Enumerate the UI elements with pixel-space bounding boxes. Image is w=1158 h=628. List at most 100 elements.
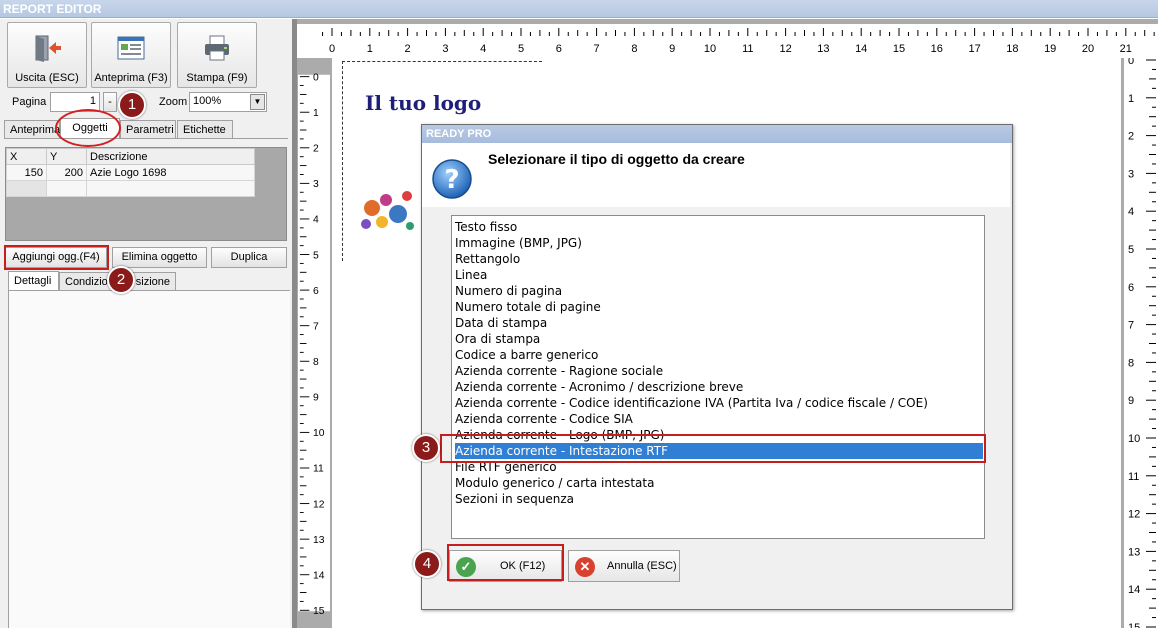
list-item[interactable]: Rettangolo: [455, 251, 983, 267]
ruler-label: 8: [1128, 357, 1134, 369]
ruler-label: 14: [1128, 584, 1140, 596]
list-item[interactable]: Linea: [455, 267, 983, 283]
ruler-label: 4: [1128, 206, 1134, 218]
callout-rect-add: [4, 245, 109, 270]
zoom-select[interactable]: 100% ▼: [189, 92, 267, 112]
ruler-label: 10: [704, 43, 716, 55]
zoom-value: 100%: [193, 95, 222, 107]
right-ruler: 0123456789101112131415: [1124, 58, 1158, 628]
list-item[interactable]: Codice a barre generico: [455, 347, 983, 363]
column-x[interactable]: X: [6, 148, 47, 165]
ruler-label: 3: [1128, 168, 1134, 180]
tab-etichette[interactable]: Etichette: [177, 120, 233, 139]
detail-content: [8, 290, 290, 628]
ruler-label: 0: [313, 72, 319, 83]
ruler-label: 9: [313, 393, 319, 404]
ruler-label: 2: [313, 144, 319, 155]
left-ruler: 0123456789101112131415: [298, 72, 330, 617]
cell-y: 200: [46, 164, 87, 181]
dialog-message: Selezionare il tipo di oggetto da creare: [488, 151, 745, 167]
report-editor-window: REPORT EDITOR Uscita (ESC) Anteprima (F3…: [0, 0, 1158, 628]
tabs-baseline: [4, 138, 288, 139]
chevron-down-icon[interactable]: ▼: [250, 94, 265, 110]
callout-circle-oggetti: [55, 109, 121, 147]
ruler-label: 11: [313, 464, 324, 475]
ruler-label: 12: [779, 43, 791, 55]
table-row-empty[interactable]: [6, 180, 255, 197]
ruler-label: 0: [329, 43, 335, 55]
ruler-label: 6: [556, 43, 562, 55]
ruler-label: 2: [405, 43, 411, 55]
window-title: REPORT EDITOR: [3, 2, 102, 16]
ruler-label: 7: [313, 321, 319, 332]
list-item[interactable]: Modulo generico / carta intestata: [455, 475, 983, 491]
ruler-label: 4: [480, 43, 486, 55]
ruler-label: 6: [313, 286, 319, 297]
list-item[interactable]: Sezioni in sequenza: [455, 491, 983, 507]
duplicate-button[interactable]: Duplica: [211, 247, 287, 268]
page-label: Pagina: [12, 96, 47, 108]
ruler-label: 7: [1128, 320, 1134, 332]
print-button[interactable]: Stampa (F9): [177, 22, 257, 88]
ruler-label: 15: [1128, 622, 1140, 628]
ruler-label: 13: [1128, 546, 1140, 558]
preview-label: Anteprima (F3): [94, 72, 168, 84]
list-item[interactable]: Azienda corrente - Codice SIA: [455, 411, 983, 427]
callout-badge-3: 3: [412, 434, 440, 462]
tab-anteprima[interactable]: Anteprima: [4, 120, 60, 139]
cancel-button[interactable]: ✕ Annulla (ESC): [568, 550, 680, 582]
tab-dettagli[interactable]: Dettagli: [8, 271, 59, 290]
callout-badge-4: 4: [413, 550, 441, 578]
ruler-label: 5: [1128, 244, 1134, 256]
column-y[interactable]: Y: [46, 148, 87, 165]
object-type-list[interactable]: Testo fisso Immagine (BMP, JPG) Rettangolo…: [451, 215, 985, 539]
exit-door-icon: [35, 35, 61, 62]
printer-icon: [205, 35, 229, 61]
svg-text:?: ?: [444, 165, 459, 195]
list-item[interactable]: Azienda corrente - Ragione sociale: [455, 363, 983, 379]
ruler-label: 19: [1044, 43, 1056, 55]
ruler-label: 2: [1128, 131, 1134, 143]
tab-parametri[interactable]: Parametri: [120, 120, 176, 139]
select-object-dialog: READY PRO ? Selezionare il tipo di ogget…: [421, 124, 1013, 610]
page-previous-button[interactable]: -: [103, 92, 117, 112]
logo-artwork-image: [361, 191, 414, 230]
cell-descrizione: Azie Logo 1698: [86, 164, 255, 181]
dialog-header: ? Selezionare il tipo di oggetto da crea…: [422, 143, 1010, 207]
preview-button[interactable]: Anteprima (F3): [91, 22, 171, 88]
list-item[interactable]: Ora di stampa: [455, 331, 983, 347]
callout-rect-selected-item: [440, 434, 986, 463]
cancel-label: Annulla (ESC): [607, 560, 677, 572]
objects-table: X Y Descrizione 150 200 Azie Logo 1698: [5, 147, 287, 241]
ruler-label: 1: [1128, 93, 1134, 105]
ruler-label: 3: [442, 43, 448, 55]
left-panel: Uscita (ESC) Anteprima (F3) Stampa (F9): [0, 19, 292, 628]
ruler-label: 7: [594, 43, 600, 55]
list-item[interactable]: Azienda corrente - Acronimo / descrizion…: [455, 379, 983, 395]
list-item[interactable]: Numero di pagina: [455, 283, 983, 299]
list-item[interactable]: Azienda corrente - Codice identificazion…: [455, 395, 983, 411]
ruler-label: 9: [669, 43, 675, 55]
exit-label: Uscita (ESC): [15, 72, 79, 84]
ruler-label: 9: [1128, 395, 1134, 407]
preview-window-icon: [117, 36, 145, 60]
column-descrizione[interactable]: Descrizione: [86, 148, 255, 165]
pager-row: Pagina 1 - Zoom 100% ▼: [0, 92, 292, 114]
close-icon: ✕: [575, 557, 595, 577]
cell-x: 150: [6, 164, 47, 181]
exit-button[interactable]: Uscita (ESC): [7, 22, 87, 88]
ruler-label: 14: [855, 43, 867, 55]
dialog-title: READY PRO: [426, 128, 492, 140]
list-item[interactable]: Data di stampa: [455, 315, 983, 331]
ruler-label: 1: [367, 43, 373, 55]
top-ruler: 0 1 2 3 4 5 6 7 8 9 10 11 12 13 14 15 16 17 18 19 20 21: [297, 24, 1158, 58]
list-item[interactable]: Testo fisso: [455, 219, 983, 235]
table-row[interactable]: 150 200 Azie Logo 1698: [6, 164, 255, 181]
ruler-label: 5: [518, 43, 524, 55]
list-item[interactable]: Numero totale di pagine: [455, 299, 983, 315]
delete-object-button[interactable]: Elimina oggetto: [112, 247, 207, 268]
ruler-label: 13: [313, 535, 325, 546]
ruler-label: 18: [1006, 43, 1018, 55]
ruler-label: 0: [1128, 58, 1134, 67]
list-item[interactable]: Immagine (BMP, JPG): [455, 235, 983, 251]
